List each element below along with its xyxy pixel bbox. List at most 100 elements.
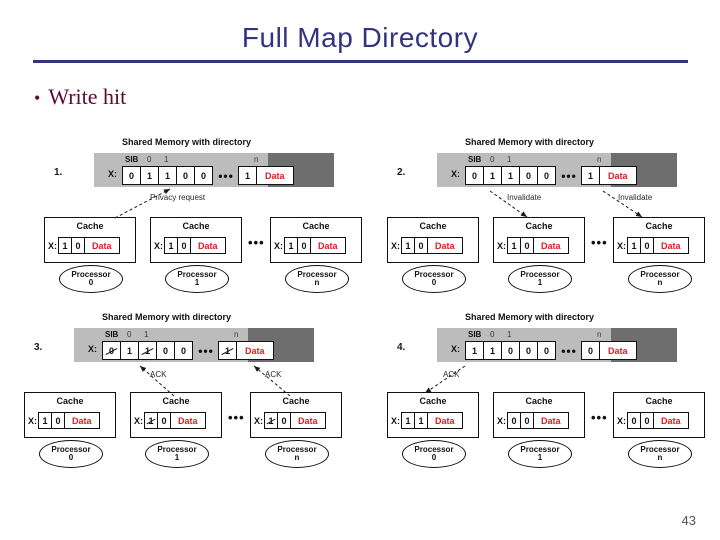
cache-label: Cache xyxy=(645,396,673,406)
cache-data-cell: Data xyxy=(653,412,689,429)
cache-bit: 0 xyxy=(520,412,534,429)
cache-bit: 1 xyxy=(627,237,641,254)
cache-data-cell: Data xyxy=(84,237,120,254)
directory-bit-row: 0 1 1 0 0 ••• 1 Data xyxy=(102,341,274,360)
cache-label: Cache xyxy=(282,396,310,406)
cache-box-2: Cache X: 0 0 Data xyxy=(613,392,705,438)
cache-bit: 1 xyxy=(414,412,428,429)
cache-block-label: X: xyxy=(497,415,506,426)
directory-bit: 0 xyxy=(501,341,520,360)
cache-data-cell: Data xyxy=(427,237,463,254)
processor-n: Processor n xyxy=(265,440,329,468)
cache-box-0: Cache X: 1 0 Data xyxy=(387,217,479,263)
processor-id: 1 xyxy=(194,278,200,287)
cache-bottom-rule xyxy=(614,262,704,263)
processor-1: Processor 1 xyxy=(145,440,209,468)
directory-index-0: 0 xyxy=(490,330,495,339)
directory-index-n: n xyxy=(597,330,602,339)
cache-block-label: X: xyxy=(274,240,283,251)
directory-bit: 0 xyxy=(519,166,538,185)
panel-step-number: 4. xyxy=(397,342,406,353)
processor-id: n xyxy=(314,278,320,287)
directory-bit: 0 xyxy=(156,341,175,360)
directory-bit: 1 xyxy=(120,341,139,360)
caches-ellipsis: ••• xyxy=(591,410,608,425)
page-title: Full Map Directory xyxy=(241,22,479,53)
cache-entry-row: X: 1 0 Data xyxy=(391,237,463,254)
sib-label: SIB xyxy=(125,155,139,164)
cache-bit: 1 xyxy=(401,412,415,429)
directory-bit: 1 xyxy=(483,166,502,185)
cache-label: Cache xyxy=(182,221,210,231)
directory-bit: 1 xyxy=(483,341,502,360)
cache-bit: 1 xyxy=(401,237,415,254)
cache-bit: 1 xyxy=(264,412,278,429)
cache-bit: 1 xyxy=(284,237,298,254)
directory-index-n: n xyxy=(234,330,239,339)
directory-panel-3: 3. Shared Memory with directory SIB 0 1 n X: 0 1… xyxy=(22,306,342,471)
cache-block-label: X: xyxy=(497,240,506,251)
arrow-label: ACK xyxy=(265,370,282,379)
caches-ellipsis: ••• xyxy=(228,410,245,425)
cache-box-1: Cache X: 1 0 Data xyxy=(150,217,242,263)
shared-memory-title: Shared Memory with directory xyxy=(102,312,232,322)
cache-box-0: Cache X: 1 1 Data xyxy=(387,392,479,438)
processor-id: 1 xyxy=(537,453,543,462)
cache-data-cell: Data xyxy=(190,237,226,254)
caches-ellipsis: ••• xyxy=(591,235,608,250)
cache-bit: 0 xyxy=(277,412,291,429)
memory-block-label: X: xyxy=(108,169,117,179)
arrow-label: Invalidate xyxy=(507,193,542,202)
processor-id: 0 xyxy=(88,278,94,287)
cache-bottom-rule xyxy=(25,437,115,438)
panel-step-number: 2. xyxy=(397,167,406,178)
page-number: 43 xyxy=(681,513,696,528)
cache-label: Cache xyxy=(76,221,104,231)
cache-block-label: X: xyxy=(254,415,263,426)
memory-data-cell: Data xyxy=(599,341,637,360)
cache-label: Cache xyxy=(645,221,673,231)
cache-entry-row: X: 1 0 Data xyxy=(274,237,346,254)
memory-block-label: X: xyxy=(451,344,460,354)
cache-entry-row: X: 1 0 Data xyxy=(497,237,569,254)
cache-box-2: Cache X: 1 0 Data xyxy=(270,217,362,263)
memory-block-label: X: xyxy=(451,169,460,179)
directory-bit-n: 1 xyxy=(218,341,237,360)
cache-bit: 0 xyxy=(71,237,85,254)
directory-bit: 1 xyxy=(465,341,484,360)
directory-index-n: n xyxy=(254,155,259,164)
processor-id: 0 xyxy=(68,453,74,462)
cache-box-2: Cache X: 1 0 Data xyxy=(613,217,705,263)
cache-label: Cache xyxy=(419,221,447,231)
directory-bits-ellipsis: ••• xyxy=(218,168,234,183)
cache-entry-row: X: 1 0 Data xyxy=(48,237,120,254)
cache-entry-row: X: 1 0 Data xyxy=(28,412,100,429)
processor-0: Processor 0 xyxy=(59,265,123,293)
processor-0: Processor 0 xyxy=(402,440,466,468)
cache-box-0: Cache X: 1 0 Data xyxy=(44,217,136,263)
title-divider xyxy=(33,60,688,63)
cache-bit: 1 xyxy=(507,237,521,254)
directory-bit: 1 xyxy=(138,341,157,360)
cache-box-1: Cache X: 1 0 Data xyxy=(130,392,222,438)
processor-0: Processor 0 xyxy=(39,440,103,468)
cache-entry-row: X: 1 0 Data xyxy=(134,412,206,429)
cache-entry-row: X: 1 0 Data xyxy=(254,412,326,429)
cache-bottom-rule xyxy=(388,437,478,438)
cache-bit: 1 xyxy=(164,237,178,254)
cache-data-cell: Data xyxy=(533,412,569,429)
processor-n: Processor n xyxy=(285,265,349,293)
sib-label: SIB xyxy=(468,155,482,164)
cache-block-label: X: xyxy=(154,240,163,251)
cache-block-label: X: xyxy=(617,240,626,251)
directory-bit-row: 0 1 1 0 0 ••• 1 Data xyxy=(465,166,637,185)
bullet-item: • Write hit xyxy=(34,84,126,110)
directory-bit: 0 xyxy=(176,166,195,185)
shared-memory-title: Shared Memory with directory xyxy=(465,312,595,322)
cache-label: Cache xyxy=(162,396,190,406)
cache-bottom-rule xyxy=(151,262,241,263)
cache-bottom-rule xyxy=(494,437,584,438)
directory-bits-ellipsis: ••• xyxy=(561,343,577,358)
memory-data-cell: Data xyxy=(256,166,294,185)
arrow-label: ACK xyxy=(150,370,167,379)
